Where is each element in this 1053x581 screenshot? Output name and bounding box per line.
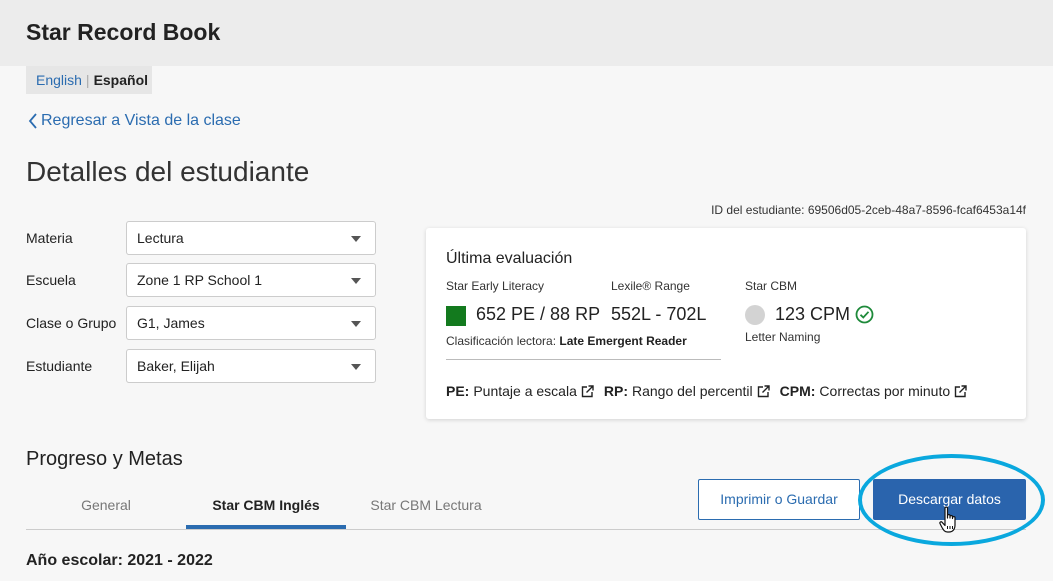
classification-value: Late Emergent Reader [559,334,687,348]
reading-classification: Clasificación lectora: Late Emergent Rea… [446,334,687,348]
progress-section-title: Progreso y Metas [26,448,183,470]
lexile-label: Lexile® Range [611,279,690,293]
legend-abbr: RP: [603,383,628,399]
star-cbm-value: 123 CPM [775,304,851,324]
star-cbm-sublabel: Letter Naming [745,330,821,344]
caret-down-icon [351,278,361,284]
filter-student: Estudiante Baker, Elijah [26,349,376,383]
external-link-icon[interactable] [581,384,594,398]
classification-label: Clasificación lectora: [446,334,557,348]
status-square-icon [446,306,466,326]
early-literacy-value: 652 PE / 88 RP [476,304,601,324]
select-value: G1, James [137,315,205,331]
app-title: Star Record Book [26,19,221,45]
caret-down-icon [351,321,361,327]
filter-label: Escuela [26,272,76,288]
filter-label: Materia [26,230,73,246]
status-dot-icon [745,305,765,325]
tab-star-cbm-lectura[interactable]: Star CBM Lectura [346,488,506,529]
filter-school: Escuela Zone 1 RP School 1 [26,263,376,297]
school-select[interactable]: Zone 1 RP School 1 [126,263,376,297]
school-year: Año escolar: 2021 - 2022 [26,552,213,569]
select-value: Lectura [137,230,184,246]
hand-pointer-icon [939,506,956,533]
back-to-class-link[interactable]: Regresar a Vista de la clase [28,112,241,130]
select-value: Zone 1 RP School 1 [137,272,263,288]
tab-general[interactable]: General [26,488,186,529]
filter-label: Clase o Grupo [26,315,117,331]
tab-star-cbm-ingles[interactable]: Star CBM Inglés [186,488,346,529]
divider [446,359,721,360]
top-bar: Star Record Book [0,0,1053,66]
legend-text: Correctas por minuto [819,383,951,399]
filter-class: Clase o Grupo G1, James [26,306,376,340]
filter-subject: Materia Lectura [26,221,376,255]
legend-text: Rango del percentil [632,383,753,399]
student-select[interactable]: Baker, Elijah [126,349,376,383]
language-english-link[interactable]: English [36,72,82,88]
star-cbm-label: Star CBM [745,279,798,293]
last-assessment-card: Última evaluación Star Early Literacy Le… [426,228,1026,419]
early-literacy-label: Star Early Literacy [446,279,545,293]
select-value: Baker, Elijah [137,358,215,374]
class-select[interactable]: G1, James [126,306,376,340]
legend-abbr: CPM: [779,383,816,399]
language-switch: English | Español [26,66,152,94]
external-link-icon[interactable] [757,384,770,398]
card-title: Última evaluación [446,250,573,267]
filter-label: Estudiante [26,358,93,374]
language-separator: | [85,72,90,88]
back-link-label: Regresar a Vista de la clase [41,112,241,129]
legend-abbr: PE: [446,383,470,399]
caret-down-icon [351,364,361,370]
check-circle-icon [855,305,874,324]
external-link-icon[interactable] [954,384,967,398]
legend-text: Puntaje a escala [473,383,577,399]
chevron-left-icon [28,113,37,129]
subject-select[interactable]: Lectura [126,221,376,255]
lexile-value: 552L - 702L [611,304,707,324]
page-title: Detalles del estudiante [26,156,310,187]
student-id: ID del estudiante: 69506d05-2ceb-48a7-85… [711,203,1026,217]
print-save-button[interactable]: Imprimir o Guardar [698,479,860,520]
caret-down-icon [351,236,361,242]
abbreviation-legend: PE: Puntaje a escala RP: Rango del perce… [446,383,977,399]
language-spanish-active[interactable]: Español [94,72,148,88]
